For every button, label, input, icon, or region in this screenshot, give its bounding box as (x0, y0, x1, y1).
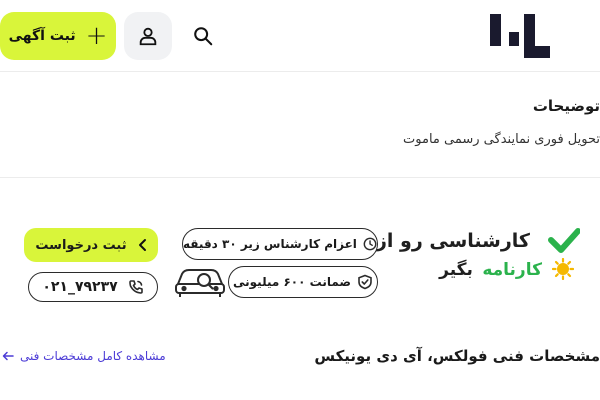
karnameh-logo: کارشناسی رو از کارنامه بگیر (376, 228, 580, 290)
submit-request-button[interactable]: ثبت درخواست (24, 228, 158, 262)
post-ad-label: ثبت آگهی (8, 28, 76, 44)
guarantee-pill: ضمانت ۶۰۰ میلیونی (228, 266, 378, 298)
car-inspection-icon (175, 269, 225, 297)
inspection-time-text: اعزام کارشناس زیر ۳۰ دقیقه (183, 237, 357, 251)
plus-icon: + (85, 21, 108, 51)
top-header: ثبت آگهی + (0, 0, 600, 72)
karnameh-tagline: کارشناسی رو از (375, 230, 530, 252)
phone-icon (128, 280, 143, 294)
divider (0, 177, 600, 178)
guarantee-text: ضمانت ۶۰۰ میلیونی (233, 275, 352, 289)
view-full-specs-link[interactable]: مشاهده کامل مشخصات فنی (2, 349, 166, 363)
check-badge-icon (548, 228, 580, 253)
description-text: تحویل فوری نمایندگی رسمی ماموت (403, 132, 600, 147)
user-button[interactable] (124, 12, 172, 60)
submit-request-label: ثبت درخواست (35, 237, 127, 253)
description-title: توضیحات (532, 97, 600, 115)
karnameh-brand: کارنامه (482, 260, 542, 280)
search-button[interactable] (182, 16, 224, 56)
user-icon (139, 27, 157, 46)
search-icon (194, 27, 213, 46)
arrow-left-icon (2, 351, 14, 361)
chevron-left-icon (138, 239, 146, 251)
divar-logo-icon[interactable] (488, 12, 552, 62)
sun-badge-icon (552, 258, 574, 280)
phone-call-button[interactable]: ۰۲۱_۷۹۲۳۷ (28, 272, 158, 302)
phone-number: ۰۲۱_۷۹۲۳۷ (42, 279, 118, 295)
karnameh-brand-line: کارنامه بگیر (439, 260, 542, 280)
inspection-time-pill: اعزام کارشناس زیر ۳۰ دقیقه (182, 228, 378, 260)
specs-title: مشخصات فنی فولکس، آی دی یونیکس (314, 347, 600, 365)
clock-icon (363, 237, 377, 251)
view-full-specs-label: مشاهده کامل مشخصات فنی (20, 349, 166, 363)
post-ad-button[interactable]: ثبت آگهی + (0, 12, 116, 60)
shield-icon (358, 274, 372, 290)
karnameh-take: بگیر (439, 260, 473, 280)
